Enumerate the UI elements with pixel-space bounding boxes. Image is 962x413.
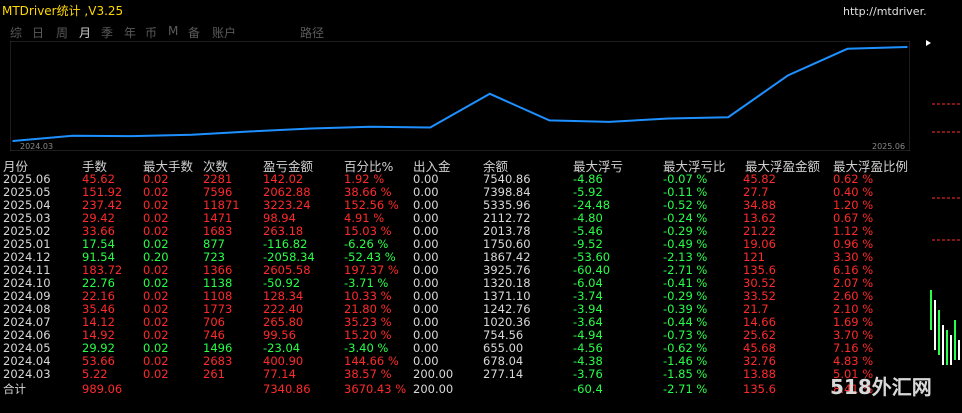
table-row: 2025.01 17.54 0.02 877 -116.82 -6.26 % 0.00 175… [0,238,930,251]
cell-percent: 38.57 % [344,367,392,381]
balance-point-2024.06 [191,134,193,136]
balance-point-2024.03 [12,140,14,142]
table-row: 2025.04 237.42 0.02 11871 3223.24 152.56 % 0.0… [0,199,930,212]
total-pnl: 7340.86 [263,382,311,396]
chart-side-strip [926,0,962,410]
tab-notes[interactable]: 备 [188,24,200,41]
chart-frame [10,41,910,151]
table-row: 2024.04 53.66 0.02 2683 400.90 144.66 % 0.00 67… [0,355,930,368]
tab-month[interactable]: 月 [79,24,91,41]
cell-deposit: 200.00 [413,367,454,381]
watermark-logo: 518外汇网 [830,375,932,399]
balance-point-2024.08 [310,127,312,130]
cell-max-dd-pct: -1.85 % [663,367,708,381]
balance-point-2025.05 [846,48,849,50]
balance-point-2025.06 [906,46,908,48]
tab-currency[interactable]: 币 [145,24,157,41]
balance-point-2025.04 [787,74,789,77]
table-row: 2024.03 5.22 0.02 261 77.14 38.57 % 200.00 277.… [0,368,930,381]
tab-quarter[interactable]: 季 [101,24,113,41]
cell-max-fp: 13.88 [743,367,776,381]
balance-point-2024.04 [71,135,74,137]
table-row: 2024.05 29.92 0.02 1496 -23.04 -3.40 % 0.00 655… [0,342,930,355]
balance-point-2024.11 [489,93,491,95]
balance-point-2025.01 [608,121,610,123]
total-deposit: 200.00 [413,382,454,396]
tab-path[interactable]: 路径 [300,24,324,41]
cell-pnl: 77.14 [263,367,296,381]
table-row: 2024.12 91.54 0.20 723 -2058.34 -52.43 % 0.00 1… [0,251,930,264]
balance-line-chart: 2024.03 2025.06 [10,41,910,151]
table-row: 2025.03 29.42 0.02 1471 98.94 4.91 % 0.00 2112.… [0,212,930,225]
balance-point-2024.07 [250,130,253,133]
tab-week[interactable]: 周 [56,24,68,41]
cell-max-lots: 0.02 [143,367,169,381]
cell-count: 261 [203,367,225,381]
balance-point-2024.12 [548,119,551,122]
total-lots: 989.06 [82,382,123,396]
cell-month: 2024.03 [3,367,51,381]
balance-point-2025.02 [667,117,670,120]
table-row: 2025.02 33.66 0.02 1683 263.18 15.03 % 0.00 201… [0,225,930,238]
table-row: 2024.06 14.92 0.02 746 99.56 15.20 % 0.00 754.5… [0,329,930,342]
balance-point-2024.09 [369,126,372,128]
side-marker-icon [926,40,931,46]
tab-year[interactable]: 年 [124,24,136,41]
total-percent: 3670.43 % [344,382,407,396]
balance-point-2024.10 [429,126,432,129]
table-row: 2024.11 183.72 0.02 1366 2605.58 197.37 % 0.00… [0,264,930,277]
balance-point-2025.03 [727,116,729,118]
total-max-dd-pct: -2.71 % [663,382,708,396]
total-max-dd: -60.4 [573,382,603,396]
tab-day[interactable]: 日 [32,24,44,41]
app-title: MTDriver统计 ,V3.25 [2,4,124,18]
total-month: 合计 [3,382,26,396]
table-row: 2024.07 14.12 0.02 706 265.80 35.23 % 0.00 1020… [0,316,930,329]
tab-magic[interactable]: M [168,24,178,38]
monthly-stats-table: 月份 手数 最大手数 次数 盈亏金额 百分比% 出入金 余额 最大浮亏 最大浮亏比 最大浮盈金额 最大… [0,156,930,410]
candle-cluster [930,290,960,365]
cell-balance: 277.14 [483,367,524,381]
table-row: 2024.09 22.16 0.02 1108 128.34 10.33 % 0.00 137… [0,290,930,303]
table-total-row: 合计 989.06 7340.86 3670.43 % 200.00 -60.4 -2.71… [0,383,930,396]
table-row: 2025.05 151.92 0.02 7596 2062.88 38.66 % 0.00 7… [0,186,930,199]
x-end-label: 2025.06 [872,142,905,151]
cell-max-dd: -3.76 [573,367,603,381]
x-start-label: 2024.03 [20,142,53,151]
balance-point-2024.05 [131,135,133,137]
tab-account[interactable]: 账户 [212,24,236,41]
side-price-marks [926,40,962,365]
table-row: 2024.08 35.46 0.02 1773 222.40 21.80 % 0.00 124… [0,303,930,316]
cell-lots: 5.22 [82,367,108,381]
tab-overview[interactable]: 综 [10,24,22,41]
table-row: 2024.10 22.76 0.02 1138 -50.92 -3.71 % 0.00 132… [0,277,930,290]
table-row: 2025.06 45.62 0.02 2281 142.02 1.92 % 0.00 7540… [0,173,930,186]
total-max-fp: 135.6 [743,382,776,396]
